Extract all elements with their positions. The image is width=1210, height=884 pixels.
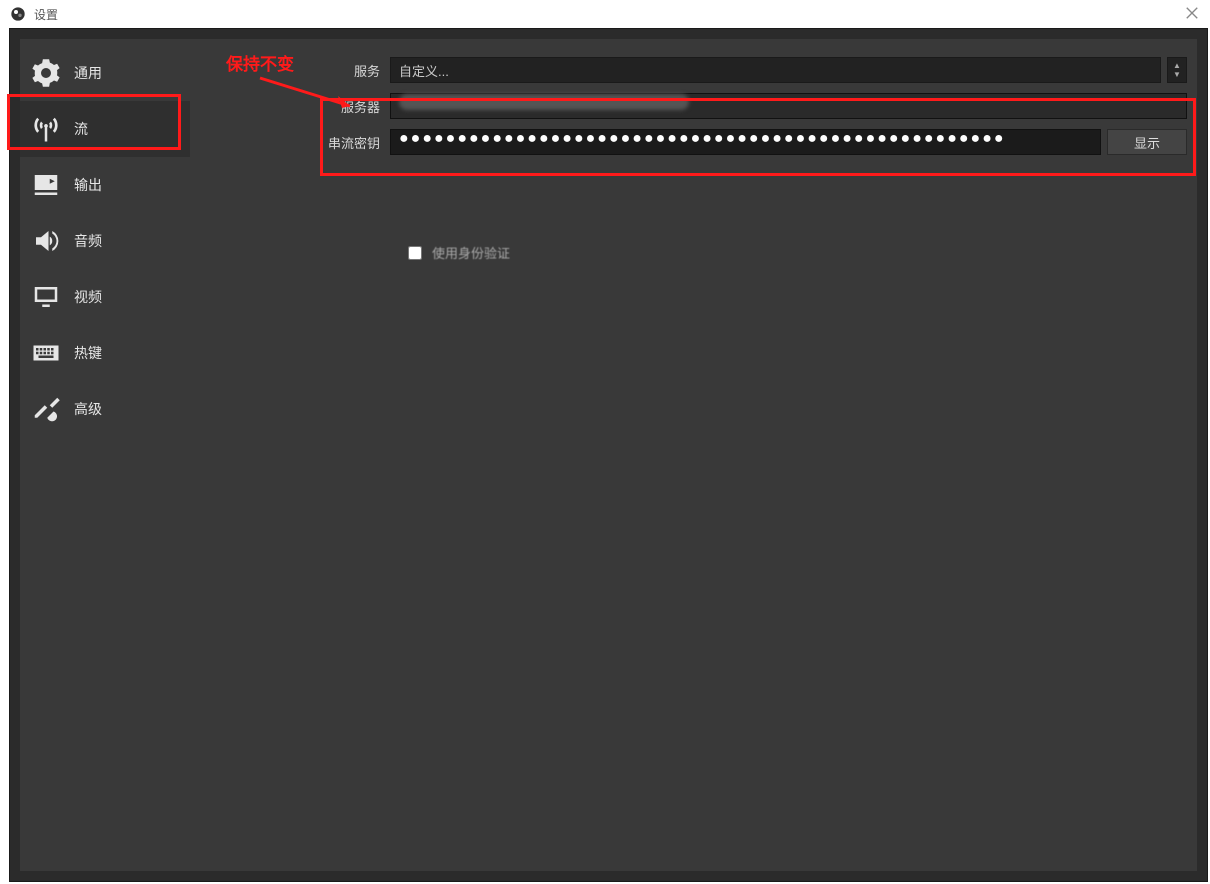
row-service: 服务 自定义... ▲▼ <box>200 57 1187 83</box>
sidebar-item-label: 输出 <box>74 175 102 195</box>
gear-icon <box>30 57 62 89</box>
speaker-icon <box>30 225 62 257</box>
monitor-icon <box>30 281 62 313</box>
sidebar-item-advanced[interactable]: 高级 <box>20 381 190 437</box>
settings-sidebar: 通用 流 输出 音频 <box>20 39 190 871</box>
settings-frame: 通用 流 输出 音频 <box>9 28 1208 882</box>
window-title: 设置 <box>34 6 58 23</box>
close-icon[interactable] <box>1184 6 1200 22</box>
use-auth-label: 使用身份验证 <box>432 243 510 262</box>
keyboard-icon <box>30 337 62 369</box>
sidebar-item-video[interactable]: 视频 <box>20 269 190 325</box>
sidebar-item-stream[interactable]: 流 <box>20 101 190 157</box>
server-label: 服务器 <box>200 97 390 116</box>
settings-inner: 通用 流 输出 音频 <box>20 39 1197 871</box>
antenna-icon <box>30 113 62 145</box>
use-auth-checkbox[interactable] <box>408 246 422 260</box>
stream-key-label: 串流密钥 <box>200 133 390 152</box>
annotation-text: 保持不变 <box>226 50 294 75</box>
server-input[interactable] <box>390 93 1187 119</box>
show-key-button[interactable]: 显示 <box>1107 129 1187 155</box>
sidebar-item-output[interactable]: 输出 <box>20 157 190 213</box>
sidebar-item-audio[interactable]: 音频 <box>20 213 190 269</box>
sidebar-item-label: 音频 <box>74 231 102 251</box>
titlebar: 设置 <box>0 0 1210 28</box>
sidebar-item-label: 流 <box>74 119 88 139</box>
stream-key-input[interactable]: ●●●●●●●●●●●●●●●●●●●●●●●●●●●●●●●●●●●●●●●●… <box>390 129 1101 155</box>
server-blurred-content <box>399 94 689 110</box>
sidebar-item-label: 通用 <box>74 63 102 83</box>
sidebar-item-hotkeys[interactable]: 热键 <box>20 325 190 381</box>
row-server: 服务器 <box>200 93 1187 119</box>
output-icon <box>30 169 62 201</box>
sidebar-item-label: 高级 <box>74 399 102 419</box>
sidebar-item-label: 热键 <box>74 343 102 363</box>
select-stepper-icon[interactable]: ▲▼ <box>1167 57 1187 83</box>
sidebar-item-label: 视频 <box>74 287 102 307</box>
row-stream-key: 串流密钥 ●●●●●●●●●●●●●●●●●●●●●●●●●●●●●●●●●●●… <box>200 129 1187 155</box>
row-use-auth: 使用身份验证 <box>408 243 1187 262</box>
sidebar-item-general[interactable]: 通用 <box>20 45 190 101</box>
app-icon <box>10 6 26 22</box>
tools-icon <box>30 393 62 425</box>
settings-content: 服务 自定义... ▲▼ 服务器 <box>190 39 1197 871</box>
service-select-value: 自定义... <box>399 61 449 80</box>
service-select[interactable]: 自定义... <box>390 57 1161 83</box>
